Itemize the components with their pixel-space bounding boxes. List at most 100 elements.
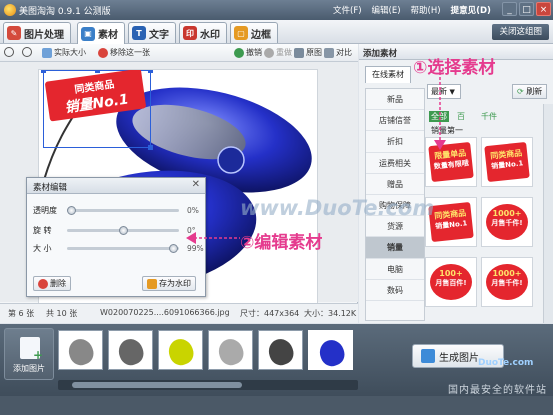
actual-size-icon: [42, 47, 52, 58]
delete-button[interactable]: 删除: [33, 276, 71, 291]
site-watermark: www.DuoTe.com: [240, 196, 435, 220]
category-item[interactable]: 店铺信誉: [366, 110, 424, 132]
zoom-out-button[interactable]: [22, 47, 32, 57]
footer-watermark: 国内最安全的软件站: [448, 385, 547, 396]
filmstrip-scrollbar[interactable]: [58, 380, 358, 390]
main-tab-bar: ✎ 图片处理 ▣ 素材 T 文字 印水印 ▢ 边框 关闭这组图: [0, 20, 553, 44]
rotate-knob[interactable]: [118, 226, 128, 235]
footer-bar: [0, 396, 553, 415]
filmstrip-thumbnail[interactable]: [158, 330, 203, 370]
filter-thousands[interactable]: 千件: [481, 111, 497, 122]
annotation-step-1: ①选择素材: [413, 58, 496, 78]
title-bar: 美图淘淘 0.9.1 公测版 文件(F) 编辑(E) 帮助(H) 提意见(D) …: [0, 0, 553, 20]
rotate-handle[interactable]: [95, 70, 100, 73]
opacity-knob[interactable]: [67, 206, 76, 215]
sticker-thumbnail[interactable]: 1000+ 月售千件!: [481, 257, 533, 307]
status-bar: 第 6 张 共 10 张 W020070225....6091066366.jp…: [0, 303, 358, 323]
app-logo-icon: [4, 4, 16, 16]
redo-icon: [264, 47, 274, 58]
resize-handle[interactable]: [148, 70, 153, 73]
opacity-slider-row: 透明度 0%: [33, 205, 201, 216]
compare-button[interactable]: 对比: [324, 47, 352, 58]
menu-file[interactable]: 文件(F): [333, 4, 362, 16]
resize-handle[interactable]: [41, 70, 46, 73]
close-collage-button[interactable]: 关闭这组图: [492, 24, 549, 40]
size-value: 99%: [187, 244, 204, 253]
remove-image-button[interactable]: 移除这一张: [98, 47, 150, 58]
mouse-thumbnail-graphic: [65, 335, 97, 369]
size-knob[interactable]: [168, 244, 178, 253]
zoom-in-icon: [4, 47, 14, 57]
filmstrip-thumbnail[interactable]: [108, 330, 153, 370]
sticker-thumbnail[interactable]: 1000+ 月售千件!: [481, 197, 533, 247]
sticker-graphic: 同类商品 销量No.1: [428, 201, 474, 243]
refresh-button[interactable]: ⟳ 刷新: [512, 84, 548, 99]
filmstrip-thumbnail[interactable]: [208, 330, 253, 370]
add-image-button[interactable]: + 添加图片: [4, 328, 54, 380]
rotate-slider[interactable]: [67, 226, 179, 235]
tab-watermark[interactable]: 印水印: [179, 22, 227, 43]
filter-hundreds[interactable]: 百: [457, 111, 465, 122]
resize-handle[interactable]: [148, 145, 153, 150]
category-item[interactable]: 销量: [366, 237, 424, 259]
watermark-icon: [147, 278, 157, 289]
menu-feedback[interactable]: 提意见(D): [451, 4, 491, 16]
file-name: W020070225....6091066366.jpg: [100, 308, 230, 317]
sticker-thumbnail[interactable]: 同类商品 销量No.1: [481, 137, 533, 187]
scrollbar[interactable]: [543, 104, 553, 323]
redo-button[interactable]: 重做: [264, 47, 292, 58]
tab-materials[interactable]: ▣ 素材: [77, 22, 125, 44]
close-window-button[interactable]: ×: [536, 2, 551, 16]
filmstrip-thumbnail[interactable]: [308, 330, 353, 370]
category-item[interactable]: 新品: [366, 89, 424, 111]
sticker-graphic: 100+ 月售百件!: [430, 264, 472, 300]
maximize-button[interactable]: □: [519, 2, 534, 16]
tab-border[interactable]: ▢ 边框: [230, 22, 278, 43]
category-item[interactable]: 折扣: [366, 131, 424, 153]
close-icon[interactable]: ✕: [192, 179, 200, 190]
menu-edit[interactable]: 编辑(E): [372, 4, 401, 16]
save-as-watermark-button[interactable]: 存为水印: [142, 276, 196, 291]
annotation-arrow-down: [434, 72, 446, 150]
minimize-button[interactable]: _: [502, 2, 517, 16]
category-item[interactable]: 电脑: [366, 259, 424, 280]
opacity-slider[interactable]: [67, 206, 179, 215]
sticker-thumbnail[interactable]: 100+ 月售百件!: [425, 257, 477, 307]
sticker-line-2: 月售千件!: [491, 219, 523, 227]
actual-size-button[interactable]: 实际大小: [42, 47, 86, 58]
mouse-thumbnail-graphic: [316, 336, 348, 368]
original-button[interactable]: 原图: [294, 47, 322, 58]
tab-image-processing[interactable]: ✎ 图片处理: [3, 22, 71, 43]
filmstrip-thumbnail[interactable]: [258, 330, 303, 370]
rotate-slider-row: 旋 转 0°: [33, 225, 201, 236]
menu-help[interactable]: 帮助(H): [411, 4, 441, 16]
tab-text[interactable]: T 文字: [128, 22, 176, 43]
category-item[interactable]: 赠品: [366, 174, 424, 195]
material-edit-dialog: 素材编辑 ✕ 透明度 0% 旋 转 0° 大 小 99% 删除 存为水印: [26, 177, 206, 297]
category-item[interactable]: 运费相关: [366, 153, 424, 174]
opacity-label: 透明度: [33, 206, 57, 215]
total-count: 共 10 张: [46, 309, 78, 318]
scroll-thumb[interactable]: [72, 382, 242, 388]
border-icon: ▢: [234, 26, 248, 40]
edit-toolbar: 实际大小 移除这一张 撤销 重做 原图 对比: [0, 44, 358, 62]
size-label: 大 小: [33, 244, 52, 253]
refresh-icon: ⟳: [517, 87, 524, 96]
size-slider[interactable]: [67, 244, 179, 253]
page-indicator: 第 6 张: [8, 309, 35, 318]
material-selection-box[interactable]: 同类商品 销量No.1: [41, 70, 153, 150]
mouse-thumbnail-graphic: [265, 335, 297, 369]
sticker-graphic: 同类商品 销量No.1: [484, 141, 530, 183]
filmstrip-thumbnail[interactable]: [58, 330, 103, 370]
category-item[interactable]: 数码: [366, 280, 424, 301]
sticker-line-2: 月售千件!: [491, 279, 523, 287]
original-icon: [294, 47, 304, 58]
sticker-line-2: 月售百件!: [435, 279, 467, 287]
sales-badge-sticker[interactable]: 同类商品 销量No.1: [44, 70, 147, 122]
tab-online-materials[interactable]: 在线素材: [365, 66, 411, 83]
zoom-in-button[interactable]: [4, 47, 14, 57]
app-title: 美图淘淘 0.9.1 公测版: [19, 6, 111, 17]
sticker-line-1: 1000+: [492, 209, 522, 218]
size-slider-row: 大 小 99%: [33, 243, 204, 254]
undo-button[interactable]: 撤销: [234, 47, 262, 58]
